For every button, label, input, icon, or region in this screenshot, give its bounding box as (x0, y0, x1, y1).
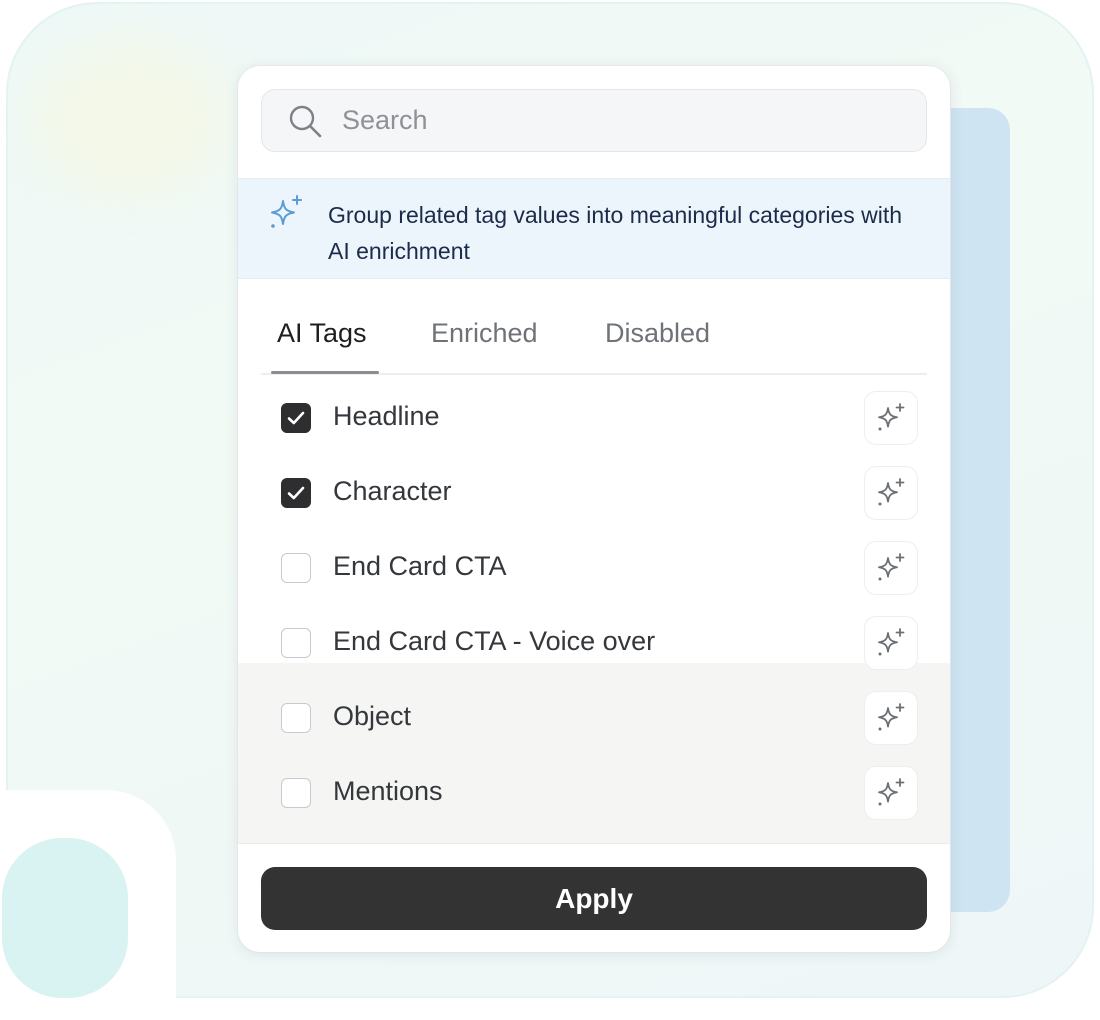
ai-enrich-button[interactable] (864, 766, 918, 820)
list-item[interactable]: End Card CTA - Voice over (238, 604, 950, 679)
tag-label: End Card CTA (333, 551, 507, 581)
banner-text: Group related tag values into meaningful… (328, 202, 903, 264)
tag-label: Object (333, 701, 412, 731)
tag-label: End Card CTA - Voice over (333, 626, 656, 656)
ai-enrichment-banner: Group related tag values into meaningful… (238, 178, 950, 279)
active-tab-indicator (271, 371, 379, 374)
ai-sparkle-icon (878, 778, 905, 806)
ai-enrich-button[interactable] (864, 541, 918, 595)
list-item[interactable]: Mentions (238, 754, 950, 829)
background-pill (2, 838, 128, 998)
sparkle-icon (271, 195, 302, 228)
tag-checkbox[interactable] (281, 703, 311, 733)
tab-enriched[interactable]: Enriched (431, 318, 538, 369)
tag-label: Headline (333, 401, 440, 431)
stage: Group related tag values into meaningful… (0, 0, 1100, 1020)
search-icon (289, 105, 322, 137)
ai-tags-panel: Group related tag values into meaningful… (238, 66, 950, 952)
ai-sparkle-icon (878, 403, 905, 431)
tag-checkbox[interactable] (281, 628, 311, 658)
ai-enrich-button[interactable] (864, 391, 918, 445)
ai-enrich-button[interactable] (864, 466, 918, 520)
check-icon (287, 411, 305, 425)
check-icon (287, 486, 305, 500)
ai-sparkle-icon (878, 478, 905, 506)
ai-sparkle-icon (878, 703, 905, 731)
ai-enrich-button[interactable] (864, 616, 918, 670)
tag-checkbox[interactable] (281, 553, 311, 583)
ai-sparkle-icon (878, 628, 905, 656)
tag-checkbox[interactable] (281, 778, 311, 808)
list-item[interactable]: Object (238, 679, 950, 754)
tag-label: Character (333, 476, 452, 506)
list-item[interactable]: End Card CTA (238, 529, 950, 604)
tag-list: Headline Character End Card CTA End Card… (238, 379, 950, 829)
ai-sparkle-icon (878, 553, 905, 581)
apply-button[interactable]: Apply (261, 867, 927, 930)
tab-disabled[interactable]: Disabled (605, 318, 710, 369)
ai-enrich-button[interactable] (864, 691, 918, 745)
tag-checkbox[interactable] (281, 478, 311, 508)
list-item[interactable]: Headline (238, 379, 950, 454)
search-input[interactable] (342, 105, 902, 136)
tab-bar: AI Tags Enriched Disabled (261, 304, 927, 375)
tag-checkbox[interactable] (281, 403, 311, 433)
tag-label: Mentions (333, 776, 443, 806)
tab-ai-tags[interactable]: AI Tags (277, 318, 367, 369)
search-box[interactable] (261, 89, 927, 152)
footer-divider (238, 843, 950, 844)
background-glow (30, 40, 230, 200)
list-item[interactable]: Character (238, 454, 950, 529)
